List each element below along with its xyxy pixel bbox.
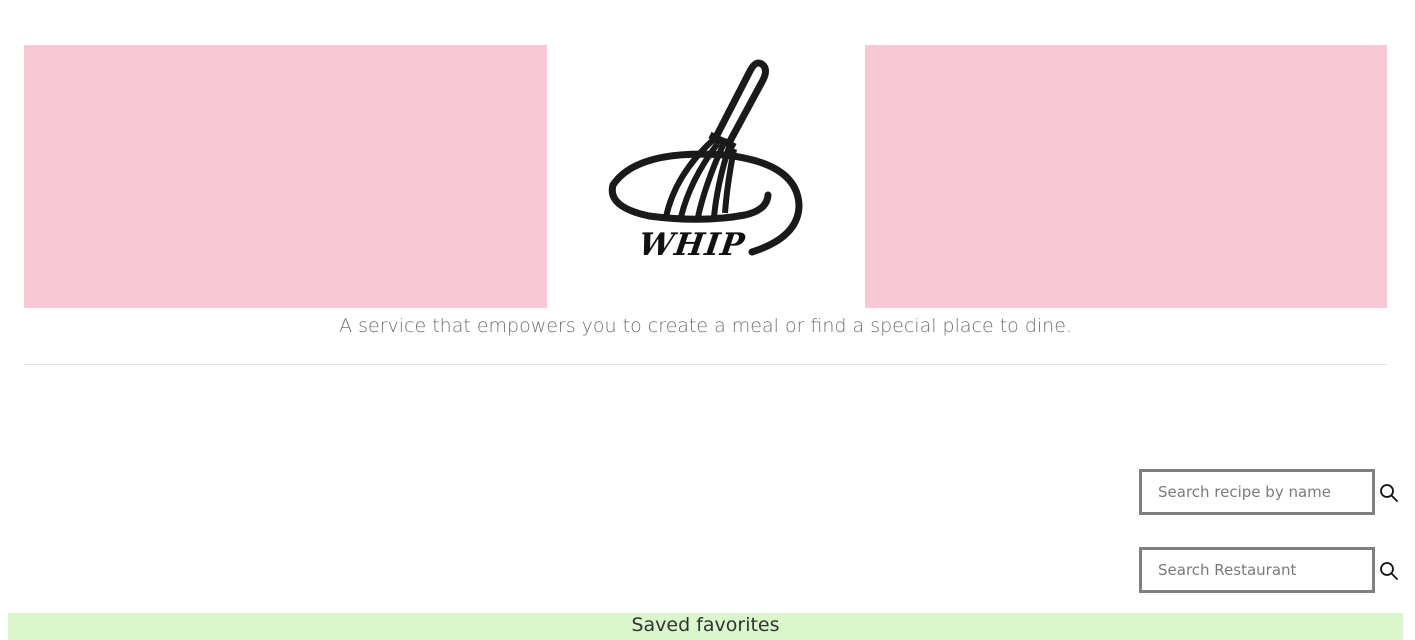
banner-right <box>865 45 1387 308</box>
whisk-bowl-icon <box>608 59 803 256</box>
search-icon[interactable] <box>1379 561 1399 581</box>
tagline: A service that empowers you to create a … <box>339 315 1072 337</box>
search-icon[interactable] <box>1379 483 1399 503</box>
restaurant-search-input[interactable] <box>1139 547 1375 593</box>
recipe-search <box>1139 469 1409 515</box>
divider <box>24 364 1387 365</box>
logo: WHIP <box>547 45 865 308</box>
logo-wordmark: WHIP <box>636 227 748 263</box>
restaurant-search <box>1139 547 1409 593</box>
banner-left <box>24 45 547 308</box>
page: WHIP A service that empowers you to crea… <box>0 0 1415 640</box>
saved-favorites-bar[interactable]: Saved favorites <box>8 613 1403 640</box>
recipe-search-input[interactable] <box>1139 469 1375 515</box>
